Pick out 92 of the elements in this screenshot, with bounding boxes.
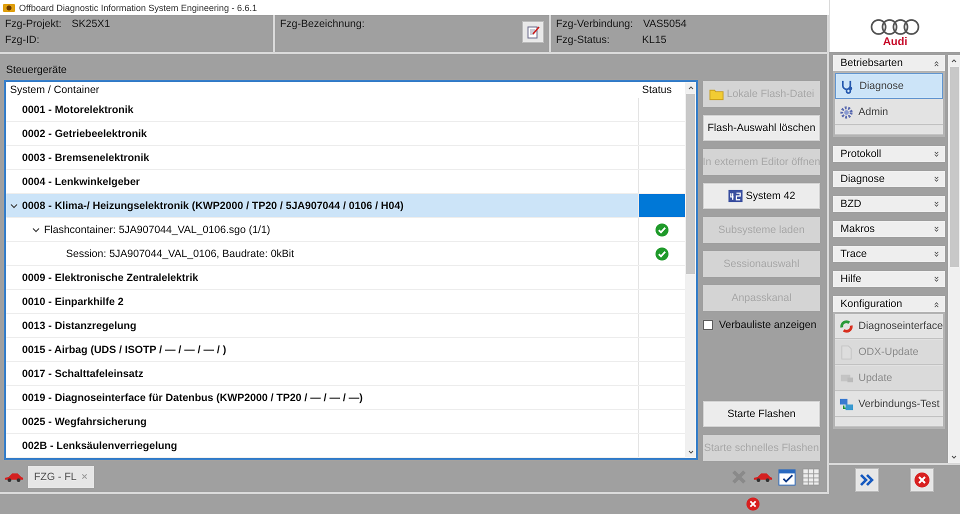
folder-icon [708, 87, 724, 101]
section-header[interactable]: BZD [833, 196, 945, 212]
app-icon [3, 2, 15, 12]
list-row[interactable]: 0002 - Getriebeelektronik [6, 122, 685, 146]
section-header[interactable]: Betriebsarten [833, 55, 945, 71]
document-icon [839, 344, 854, 360]
sidebar-item[interactable]: Diagnose [835, 73, 943, 99]
system-icon [728, 189, 743, 203]
scroll-down-icon[interactable] [950, 453, 958, 461]
edit-button[interactable] [522, 21, 544, 43]
chevron-icon [933, 250, 940, 258]
section-header[interactable]: Trace [833, 246, 945, 262]
row-text: 0013 - Distanzregelung [22, 320, 136, 332]
chevron-icon[interactable] [10, 202, 18, 210]
section-header[interactable]: Makros [833, 221, 945, 237]
section-title: Steuergeräte [5, 63, 68, 78]
row-text: 0003 - Bremsenelektronik [22, 152, 150, 164]
error-icon [914, 472, 930, 488]
chevron-icon[interactable] [32, 226, 40, 234]
notepad-icon [526, 25, 540, 39]
cancel-button[interactable] [910, 468, 934, 492]
scroll-down-icon[interactable] [686, 448, 694, 456]
section-header[interactable]: Konfiguration [833, 296, 945, 312]
list-row[interactable]: 0010 - Einparkhilfe 2 [6, 290, 685, 314]
flash-button[interactable]: Starte Flashen [703, 401, 820, 427]
computers-icon [839, 396, 854, 412]
row-text: 0019 - Diagnoseinterface für Datenbus (KWP2000 / TP20 / — / — / —) [22, 392, 363, 404]
section-header[interactable]: Diagnose [833, 171, 945, 187]
list-row[interactable]: Flashcontainer: 5JA907044_VAL_0106.sgo (1/1) [6, 218, 685, 242]
rings-logo-icon [870, 18, 920, 36]
row-text: 0002 - Getriebeelektronik [22, 128, 147, 140]
row-text: Session: 5JA907044_VAL_0106, Baudrate: 0kBit [66, 248, 294, 260]
calendar-check-icon[interactable] [777, 468, 798, 486]
field-label: Fzg-Status: [556, 34, 611, 46]
column-header: System / Container [9, 84, 100, 96]
section-header[interactable]: Hilfe [833, 271, 945, 287]
field-value: SK25X1 [72, 18, 110, 30]
list-row[interactable]: 0003 - Bremsenelektronik [6, 146, 685, 170]
scroll-thumb[interactable] [950, 67, 958, 267]
window-title: Offboard Diagnostic Information System Engineering - 6.6.1 [19, 2, 257, 12]
list-row[interactable]: 0009 - Elektronische Zentralelektrik [6, 266, 685, 290]
chevron-icon [933, 200, 940, 208]
vehicle-tab[interactable]: FZG - FL [28, 466, 94, 488]
row-text: 0010 - Einparkhilfe 2 [22, 296, 124, 308]
car-icon [4, 470, 24, 482]
list-row[interactable]: 0013 - Distanzregelung [6, 314, 685, 338]
list-row[interactable]: 0008 - Klima-/ Heizungselektronik (KWP2000 / TP20 / 5JA907044 / 0106 / H04) [6, 194, 685, 218]
chevron-icon [933, 150, 940, 158]
double-chevron-icon [859, 472, 876, 488]
logo-text: Audi [882, 36, 908, 48]
row-text: Flashcontainer: 5JA907044_VAL_0106.sgo (1/1) [44, 224, 270, 236]
row-text: 0001 - Motorelektronik [22, 104, 134, 116]
row-text: 0008 - Klima-/ Heizungselektronik (KWP2000 / TP20 / 5JA907044 / 0106 / H04) [22, 200, 404, 212]
verbauliste-checkbox[interactable]: Verbauliste anzeigen [703, 319, 820, 331]
status-cell [638, 194, 685, 217]
error-icon [746, 497, 760, 511]
list-row[interactable]: 0019 - Diagnoseinterface für Datenbus (KWP2000 / TP20 / — / — / —) [6, 386, 685, 410]
field-value: VAS5054 [643, 18, 687, 30]
field-label: Fzg-Bezeichnung: [280, 18, 365, 32]
list-row[interactable]: 0017 - Schalttafeleinsatz [6, 362, 685, 386]
row-text: 002B - Lenksäulenverriegelung [22, 440, 178, 452]
field-label: Fzg-Projekt: [5, 18, 62, 30]
list-row[interactable]: 0025 - Wegfahrsicherung [6, 410, 685, 434]
arrows-icon [839, 318, 854, 334]
chevron-icon [933, 300, 940, 308]
row-text: 0009 - Elektronische Zentralelektrik [22, 272, 198, 284]
field-label: Fzg-Verbindung: [556, 18, 634, 30]
chevron-icon [933, 176, 940, 182]
section-header[interactable]: Protokoll [833, 146, 945, 162]
scroll-up-icon[interactable] [950, 57, 958, 65]
gear-icon [839, 104, 854, 120]
action-button[interactable]: System 42 [703, 183, 820, 209]
scrollbar[interactable] [685, 82, 696, 458]
row-text: 0025 - Wegfahrsicherung [22, 416, 147, 428]
list-row[interactable]: Session: 5JA907044_VAL_0106, Baudrate: 0kBit [6, 242, 685, 266]
chevron-icon [933, 60, 940, 66]
chevron-icon [933, 276, 940, 282]
forward-button[interactable] [855, 468, 880, 492]
row-text: 0017 - Schalttafeleinsatz [22, 368, 144, 380]
row-text: 0004 - Lenkwinkelgeber [22, 176, 140, 188]
row-text: 0015 - Airbag (UDS / ISOTP / — / — / — / ) [22, 344, 226, 356]
scroll-up-icon[interactable] [686, 84, 694, 92]
list-row[interactable]: 0001 - Motorelektronik [6, 98, 685, 122]
list-row[interactable]: 0015 - Airbag (UDS / ISOTP / — / — / — / ) [6, 338, 685, 362]
chevron-icon [933, 226, 940, 232]
column-header: Status [641, 84, 673, 96]
list-row[interactable]: 002B - Lenksäulenverriegelung [6, 434, 685, 458]
field-label: Fzg-ID: [5, 34, 40, 46]
scroll-thumb[interactable] [686, 94, 695, 274]
action-button[interactable]: Flash-Auswahl löschen [703, 115, 820, 141]
scrollbar[interactable] [948, 55, 960, 463]
field-value: KL15 [642, 34, 667, 46]
